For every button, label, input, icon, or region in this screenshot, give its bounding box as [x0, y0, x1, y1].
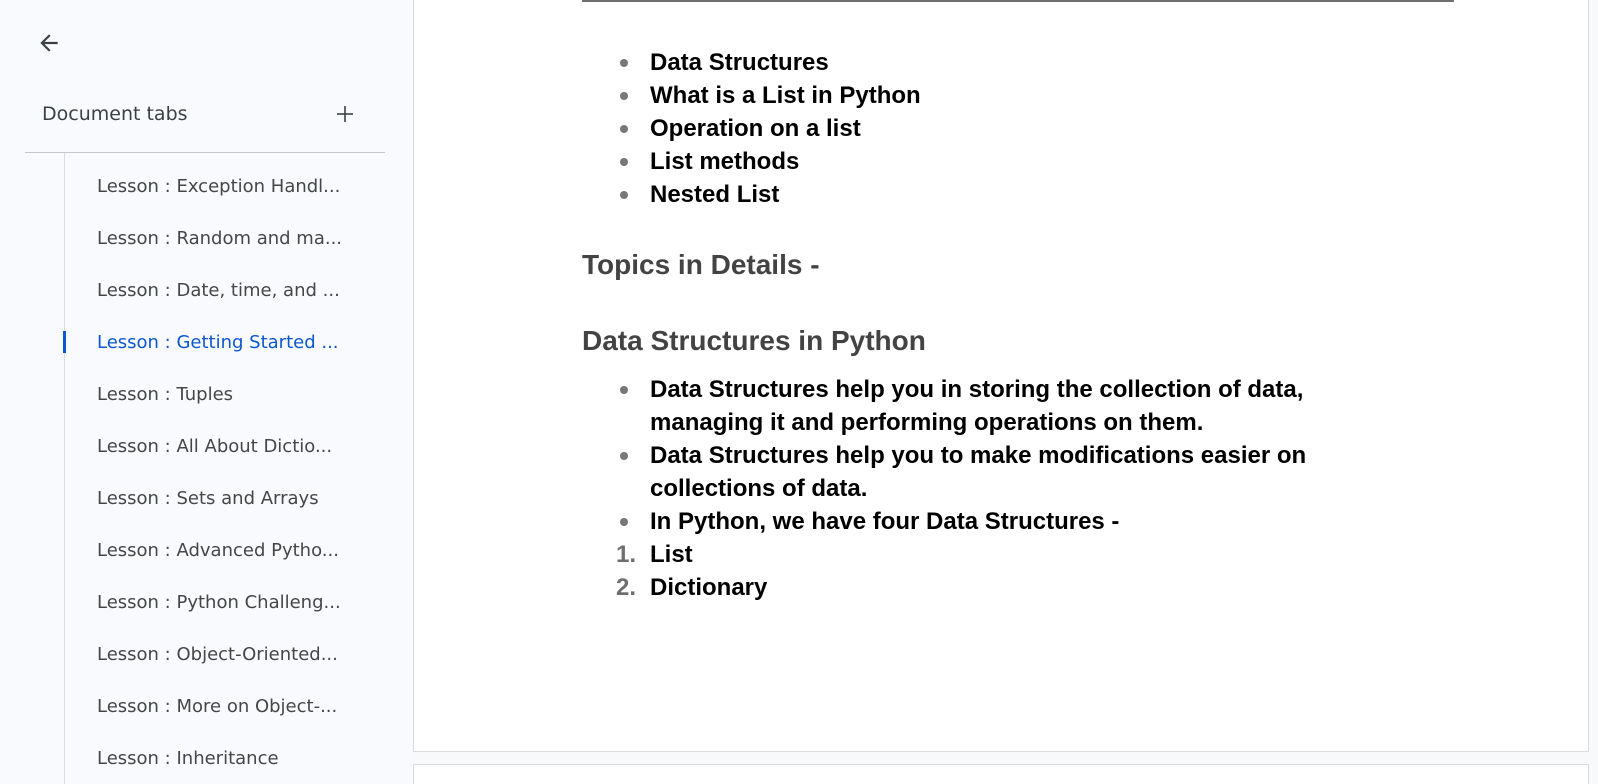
- tab-item-label: Lesson : All About Dictio...: [97, 435, 333, 457]
- tab-item[interactable]: Lesson : All About Dictio...: [0, 420, 413, 472]
- tab-item-label: Lesson : Sets and Arrays: [97, 487, 319, 509]
- list-item: In Python, we have four Data Structures …: [582, 505, 1342, 538]
- tab-item-label: Lesson : Python Challeng...: [97, 591, 341, 613]
- numbered-item: 1. List: [582, 538, 1482, 571]
- numbered-item: 2. Dictionary: [582, 571, 1482, 604]
- next-document-page[interactable]: [413, 764, 1589, 784]
- tab-item-label: Lesson : Tuples: [97, 383, 234, 405]
- tab-item-label: Lesson : More on Object-...: [97, 695, 338, 717]
- tab-list: Lesson : Exception Handl... Lesson : Ran…: [0, 160, 413, 784]
- sidebar-divider: [25, 152, 385, 153]
- list-item: Data Structures help you to make modific…: [582, 439, 1342, 505]
- document-tabs-heading: Document tabs: [42, 103, 188, 125]
- list-item: Operation on a list: [582, 112, 1482, 145]
- list-number: 2.: [616, 574, 637, 601]
- tab-item-label: Lesson : Inheritance: [97, 747, 279, 769]
- back-button[interactable]: [32, 26, 66, 60]
- tab-item-label: Lesson : Getting Started ...: [97, 331, 339, 353]
- tab-item-label: Lesson : Advanced Pytho...: [97, 539, 339, 561]
- numbered-item-text: Dictionary: [650, 574, 768, 601]
- tab-item-label: Lesson : Exception Handl...: [97, 175, 341, 197]
- arrow-left-icon: [40, 34, 58, 52]
- tab-item[interactable]: Lesson : Advanced Pytho...: [0, 524, 413, 576]
- data-structures-numbered-list: 1. List 2. Dictionary: [582, 538, 1482, 604]
- tab-item[interactable]: Lesson : Random and ma...: [0, 212, 413, 264]
- document-tabs-sidebar: Document tabs Lesson : Exception Handl..…: [0, 0, 413, 784]
- tab-item-label: Lesson : Object-Oriented...: [97, 643, 338, 665]
- list-item: What is a List in Python: [582, 79, 1482, 112]
- add-tab-button[interactable]: [331, 100, 359, 128]
- numbered-item-text: List: [650, 541, 693, 568]
- tab-item-label: Lesson : Date, time, and ...: [97, 279, 340, 301]
- list-item: Nested List: [582, 178, 1482, 211]
- document-content[interactable]: Data Structures What is a List in Python…: [582, 46, 1482, 604]
- heading-data-structures: Data Structures in Python: [582, 325, 926, 356]
- tab-item[interactable]: Lesson : Tuples: [0, 368, 413, 420]
- data-structures-list: Data Structures help you in storing the …: [582, 373, 1482, 538]
- active-tab-indicator: [63, 331, 66, 353]
- tab-item[interactable]: Lesson : More on Object-...: [0, 680, 413, 732]
- tab-item-label: Lesson : Random and ma...: [97, 227, 343, 249]
- list-item: Data Structures: [582, 46, 1482, 79]
- plus-icon: [337, 106, 353, 122]
- tab-item[interactable]: Lesson : Sets and Arrays: [0, 472, 413, 524]
- tab-item[interactable]: Lesson : Inheritance: [0, 732, 413, 784]
- tab-item[interactable]: Lesson : Date, time, and ...: [0, 264, 413, 316]
- tab-item[interactable]: Lesson : Exception Handl...: [0, 160, 413, 212]
- list-item: List methods: [582, 145, 1482, 178]
- document-page[interactable]: Data Structures What is a List in Python…: [413, 0, 1589, 752]
- list-item: Data Structures help you in storing the …: [582, 373, 1342, 439]
- list-number: 1.: [616, 541, 637, 568]
- tab-item[interactable]: Lesson : Object-Oriented...: [0, 628, 413, 680]
- tab-item-active[interactable]: Lesson : Getting Started ...: [0, 316, 413, 368]
- horizontal-rule: [582, 0, 1454, 2]
- tab-item[interactable]: Lesson : Python Challeng...: [0, 576, 413, 628]
- heading-topics-in-details: Topics in Details -: [582, 249, 820, 280]
- topics-list: Data Structures What is a List in Python…: [582, 46, 1482, 211]
